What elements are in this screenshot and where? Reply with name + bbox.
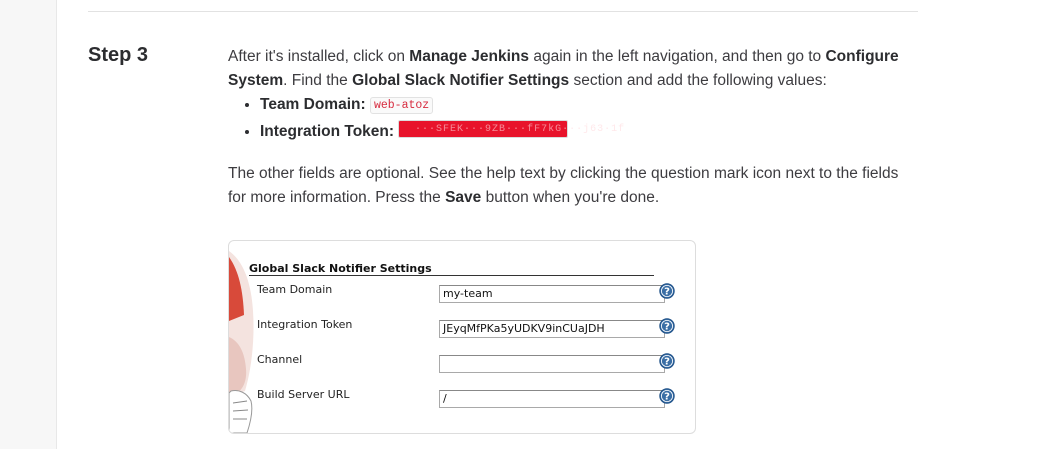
- field-label: Integration Token: [257, 318, 353, 331]
- team-domain-input[interactable]: my-team: [439, 285, 665, 303]
- form-row-integration-token: Integration Token JEyqMfPKa5yUDKV9inCUaJ…: [229, 318, 695, 348]
- help-icon[interactable]: ?: [659, 388, 675, 404]
- help-icon[interactable]: ?: [659, 353, 675, 369]
- jenkins-settings-screenshot: Global Slack Notifier Settings Team Doma…: [228, 240, 696, 434]
- svg-text:?: ?: [664, 287, 670, 298]
- field-label: Build Server URL: [257, 388, 350, 401]
- save-text: Save: [445, 189, 482, 206]
- step-title: Step 3: [88, 44, 149, 66]
- list-item-integration-token: Integration Token:···SFEK···9ZB···fF7kG·…: [260, 120, 908, 144]
- field-label: Team Domain: [257, 283, 333, 296]
- outro-paragraph: The other fields are optional. See the h…: [228, 165, 899, 206]
- team-domain-code: web-atoz: [369, 97, 434, 114]
- svg-text:?: ?: [664, 392, 670, 403]
- build-server-url-input[interactable]: /: [439, 390, 665, 408]
- section-divider: [88, 11, 918, 12]
- step-content: After it's installed, click on Manage Je…: [228, 45, 908, 210]
- field-label: Channel: [257, 353, 303, 366]
- list-item-team-domain: Team Domain: web-atoz: [260, 93, 908, 118]
- svg-text:?: ?: [664, 357, 670, 368]
- form-row-channel: Channel ?: [229, 353, 695, 383]
- help-icon[interactable]: ?: [659, 318, 675, 334]
- form-row-build-server-url: Build Server URL / ?: [229, 388, 695, 418]
- form-row-team-domain: Team Domain my-team ?: [229, 283, 695, 313]
- manage-jenkins-text: Manage Jenkins: [409, 48, 530, 65]
- integration-token-input[interactable]: JEyqMfPKa5yUDKV9inCUaJDH: [439, 320, 665, 338]
- channel-input[interactable]: [439, 355, 665, 373]
- global-slack-settings-text: Global Slack Notifier Settings: [352, 72, 570, 89]
- redacted-token: ···SFEK···9ZB···fF7kG···j63·1f: [398, 120, 624, 138]
- intro-paragraph: After it's installed, click on Manage Je…: [228, 48, 899, 89]
- help-icon[interactable]: ?: [659, 283, 675, 299]
- settings-section-title: Global Slack Notifier Settings: [249, 262, 654, 276]
- svg-text:?: ?: [664, 322, 670, 333]
- values-list: Team Domain: web-atoz Integration Token:…: [228, 93, 908, 144]
